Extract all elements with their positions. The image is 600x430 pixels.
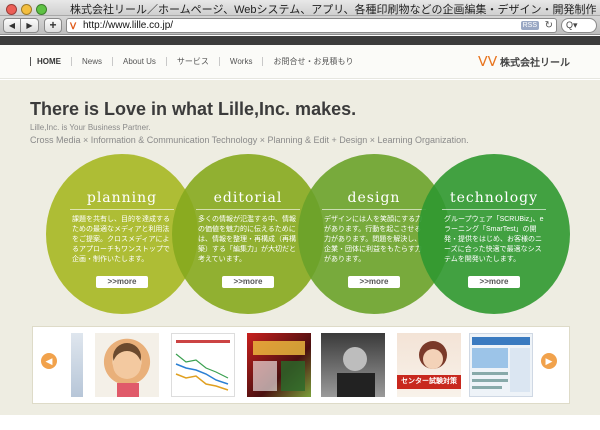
chevron-left-icon: ◀ <box>45 356 53 366</box>
forward-arrow-icon: ▶ <box>26 21 33 30</box>
hero-subtitle: Lille,Inc. is Your Business Partner. <box>30 123 151 132</box>
brochure-image <box>253 341 305 391</box>
site-navigation: HOME News About Us サービス Works お問合せ・お見積もり… <box>0 45 600 79</box>
child-photo-image <box>113 343 141 397</box>
forward-button[interactable]: ▶ <box>21 18 39 33</box>
nav-item-about[interactable]: About Us <box>112 57 166 66</box>
work-thumb-brochure[interactable] <box>247 333 311 397</box>
works-carousel: ◀ センター試験対策 ▶ <box>32 326 570 404</box>
work-thumb-portrait-photo[interactable] <box>321 333 385 397</box>
address-bar[interactable]: ᐯ http://www.lille.co.jp/ RSS ↻ <box>66 18 557 33</box>
technology-more-button[interactable]: >>more <box>468 276 520 288</box>
circle-divider <box>70 209 174 210</box>
nav-item-news[interactable]: News <box>71 57 112 66</box>
site-favicon-icon: ᐯ <box>70 21 77 31</box>
zoom-window-button[interactable] <box>36 4 47 15</box>
poster-caption: センター試験対策 <box>401 378 457 385</box>
page-footer-area <box>0 415 600 430</box>
search-field[interactable]: Q▾ <box>561 18 597 33</box>
back-button[interactable]: ◀ <box>3 18 21 33</box>
window-title: 株式会社リール／ホームページ、Webシステム、アプリ、各種印刷物などの企画編集・… <box>70 4 596 16</box>
nav-menu: HOME News About Us サービス Works お問合せ・お見積もり <box>30 57 363 66</box>
work-thumb-child-photo[interactable] <box>95 333 159 397</box>
nav-item-works[interactable]: Works <box>218 57 263 66</box>
circle-description: 課題を共有し、目的を達成するための最適なメディアと利用法をご提案。クロスメディア… <box>72 216 170 263</box>
close-window-button[interactable] <box>6 4 17 15</box>
planning-more-button[interactable]: >>more <box>96 276 148 288</box>
magnifier-icon: Q▾ <box>566 20 578 30</box>
work-thumb-exam-poster[interactable]: センター試験対策 <box>397 333 461 397</box>
circle-divider <box>322 209 426 210</box>
circle-divider <box>196 209 300 210</box>
butterfly-logo-icon: ᐯᐯ <box>478 53 498 69</box>
editorial-more-button[interactable]: >>more <box>222 276 274 288</box>
carousel-prev-button[interactable]: ◀ <box>41 353 57 369</box>
browser-toolbar: ◀ ▶ + ᐯ http://www.lille.co.jp/ RSS ↻ Q▾ <box>0 16 600 35</box>
plus-icon: + <box>49 18 57 32</box>
technology-circle: technology グループウェア「SCRUBiz」、eラーニング「SmarT… <box>418 154 570 314</box>
circle-description: グループウェア「SCRUBiz」、eラーニング「SmarTest」の開発・提供を… <box>444 216 544 263</box>
circle-title: technology <box>450 190 538 206</box>
back-arrow-icon: ◀ <box>8 21 16 30</box>
logo-text: 株式会社リール <box>500 57 570 69</box>
browser-window: 株式会社リール／ホームページ、Webシステム、アプリ、各種印刷物などの企画編集・… <box>0 0 600 430</box>
chevron-right-icon: ▶ <box>545 356 553 366</box>
nav-item-services[interactable]: サービス <box>165 57 219 66</box>
portrait-photo-image <box>337 347 375 397</box>
bookmarks-bar <box>0 36 600 45</box>
circle-description: 多くの情報が氾濫する中、情報の価値を魅力的に伝えるためには、情報を整理・再構成（… <box>198 216 296 263</box>
circle-description: デザインには人を笑顔にする力があります。行動を起こさせる力があります。問題を解決… <box>324 216 423 263</box>
reload-icon[interactable]: ↻ <box>545 19 553 32</box>
design-more-button[interactable]: >>more <box>348 276 400 288</box>
url-text: http://www.lille.co.jp/ <box>83 20 174 31</box>
web-page-image <box>472 337 530 392</box>
history-buttons: ◀ ▶ + <box>3 18 62 33</box>
work-thumb-line-chart[interactable] <box>171 333 235 397</box>
work-thumb-site-preview[interactable] <box>71 333 83 397</box>
hero-tagline: Cross Media × Information & Communicatio… <box>30 135 469 145</box>
line-chart-image <box>175 340 230 391</box>
rss-button[interactable]: RSS <box>520 21 539 30</box>
company-logo[interactable]: ᐯᐯ 株式会社リール <box>478 53 570 69</box>
exam-poster-image <box>397 341 461 389</box>
add-bookmark-button[interactable]: + <box>44 18 62 33</box>
work-thumb-web-page[interactable] <box>469 333 533 397</box>
nav-item-contact[interactable]: お問合せ・お見積もり <box>262 57 363 66</box>
main-content: There is Love in what Lille,Inc. makes. … <box>0 80 600 415</box>
nav-item-home[interactable]: HOME <box>30 57 71 66</box>
carousel-next-button[interactable]: ▶ <box>541 353 557 369</box>
minimize-window-button[interactable] <box>21 4 32 15</box>
title-bar: 株式会社リール／ホームページ、Webシステム、アプリ、各種印刷物などの企画編集・… <box>0 0 600 16</box>
hero-headline: There is Love in what Lille,Inc. makes. <box>30 99 357 119</box>
circle-divider <box>442 209 546 210</box>
